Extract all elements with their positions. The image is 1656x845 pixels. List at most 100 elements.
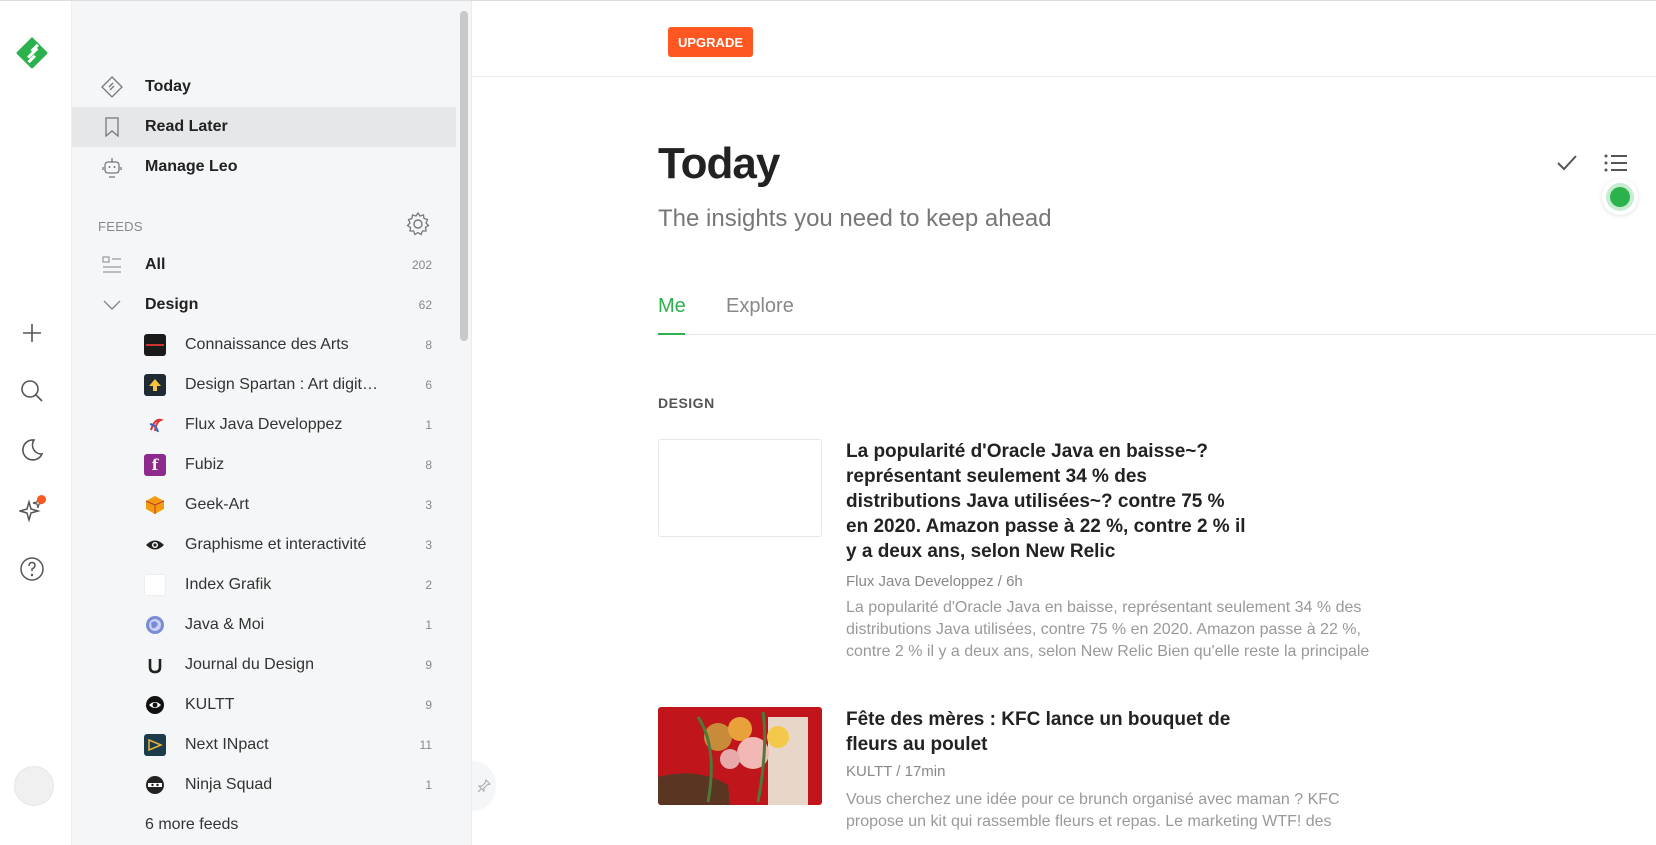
gear-icon[interactable] [405,211,431,237]
subfeed-label: Fubiz [185,456,225,473]
index-grafik-favicon [144,574,166,596]
geek-art-favicon [144,494,166,516]
subfeed-flux-java-developpez[interactable]: Flux Java Developpez 1 [72,405,456,445]
subfeed-java-et-moi[interactable]: Java & Moi 1 [72,605,456,645]
moon-icon[interactable] [18,436,46,464]
mark-as-read-icon[interactable] [1553,149,1581,177]
app: Today Read Later Manage Leo FEEDS All 20… [0,0,1656,845]
subfeed-label: Java & Moi [185,616,265,633]
subfeed-label: Design Spartan : Art digital & Design [185,376,385,393]
subfeed-label: Geek-Art [185,496,250,513]
feed-all-count: 202 [411,258,432,272]
feed-design-label: Design [145,296,199,313]
tab-explore-label: Explore [726,295,794,317]
nav-today[interactable]: Today [72,67,456,107]
subfeed-next-inpact[interactable]: Next INpact 11 [72,725,456,765]
top-bar: UPGRADE [472,1,1656,77]
article-thumbnail [658,707,822,805]
article-card[interactable]: La popularité d'Oracle Java en baisse~? … [658,439,1418,669]
article-title[interactable]: Fête des mères : KFC lance un bouquet de… [846,707,1246,757]
subfeed-kultt[interactable]: KULTT 9 [72,685,456,725]
subfeed-fubiz[interactable]: f Fubiz 8 [72,445,456,485]
article-meta: Flux Java Developpez / 6h [846,573,1023,590]
article-card[interactable]: Fête des mères : KFC lance un bouquet de… [658,707,1418,845]
bookmark-icon [100,115,124,139]
sparkle-icon[interactable] [18,495,46,523]
section-header: DESIGN [658,395,715,411]
subfeed-ninja-squad[interactable]: Ninja Squad 1 [72,765,456,805]
feed-design-count: 62 [418,298,432,312]
main-content: UPGRADE Today The insights you need to k… [472,1,1656,845]
feed-design[interactable]: Design 62 [72,285,456,325]
subfeed-graphisme-et-interactivite[interactable]: Graphisme et interactivité 3 [72,525,456,565]
feed-all-label: All [145,256,166,273]
article-summary: La popularité d'Oracle Java en baisse, r… [846,599,1370,660]
subfeed-count: 1 [425,778,432,792]
article-meta: KULTT / 17min [846,763,946,780]
feeds-header: FEEDS [98,219,143,234]
tab-explore[interactable]: Explore [726,295,794,318]
list-icon [100,253,124,277]
search-icon[interactable] [18,377,46,405]
feed-all[interactable]: All 202 [72,245,456,285]
tab-bar: Me Explore [658,289,1656,335]
subfeed-count: 3 [425,538,432,552]
feedly-logo-icon[interactable] [14,35,50,71]
subfeed-count: 3 [425,498,432,512]
tab-me-label: Me [658,295,686,317]
next-inpact-favicon [144,734,166,756]
sidebar-scrollbar[interactable] [460,11,468,341]
notification-dot [37,495,46,504]
subfeed-label: Index Grafik [185,576,272,593]
nav-today-label: Today [145,78,191,95]
subfeed-label: KULTT [185,696,235,713]
nav-manage-leo[interactable]: Manage Leo [72,147,456,187]
subfeed-count: 6 [425,378,432,392]
subfeed-label: Connaissance des Arts [185,336,349,353]
subfeed-count: 1 [425,618,432,632]
add-icon[interactable] [18,319,46,347]
subfeed-count: 8 [425,458,432,472]
subfeed-count: 9 [425,658,432,672]
connaissance-des-arts-favicon [144,334,166,356]
subfeed-connaissance-des-arts[interactable]: Connaissance des Arts 8 [72,325,456,365]
design-spartan-favicon [144,374,166,396]
help-icon[interactable] [18,555,46,583]
page-title: Today [658,139,780,188]
subfeed-design-spartan[interactable]: Design Spartan : Art digital & Design 6 [72,365,456,405]
kultt-favicon [144,694,166,716]
subfeed-count: 11 [419,738,432,752]
page-subtitle: The insights you need to keep ahead [658,205,1052,232]
subfeed-journal-du-design[interactable]: Journal du Design 9 [72,645,456,685]
eye-favicon [144,534,166,556]
subfeed-count: 1 [425,418,432,432]
ninja-squad-favicon [144,774,166,796]
subfeed-label: Journal du Design [185,656,314,673]
subfeed-count: 2 [425,578,432,592]
tab-me[interactable]: Me [658,295,686,318]
today-icon [100,75,124,99]
nav-manage-leo-label: Manage Leo [145,158,238,175]
developpez-favicon [144,414,166,436]
subfeed-label: Flux Java Developpez [185,416,343,433]
avatar[interactable] [14,766,54,806]
article-thumbnail [658,439,822,537]
upgrade-button[interactable]: UPGRADE [668,27,754,57]
journal-du-design-favicon [144,654,166,676]
globe-favicon [144,614,166,636]
subfeed-index-grafik[interactable]: Index Grafik 2 [72,565,456,605]
status-indicator-icon[interactable] [1602,179,1638,215]
fubiz-favicon: f [144,454,166,476]
subfeed-geek-art[interactable]: Geek-Art 3 [72,485,456,525]
subfeed-label: Graphisme et interactivité [185,536,367,553]
article-title[interactable]: La popularité d'Oracle Java en baisse~? … [846,439,1246,564]
subfeed-count: 8 [425,338,432,352]
left-rail [0,1,72,845]
article-summary: Vous cherchez une idée pour ce brunch or… [846,791,1340,830]
list-view-icon[interactable] [1602,149,1630,177]
nav-read-later[interactable]: Read Later [72,107,456,147]
subfeed-label: Next INpact [185,736,269,753]
active-tab-indicator [658,333,685,335]
chevron-down-icon[interactable] [100,293,124,317]
more-feeds-link[interactable]: 6 more feeds [145,816,238,834]
